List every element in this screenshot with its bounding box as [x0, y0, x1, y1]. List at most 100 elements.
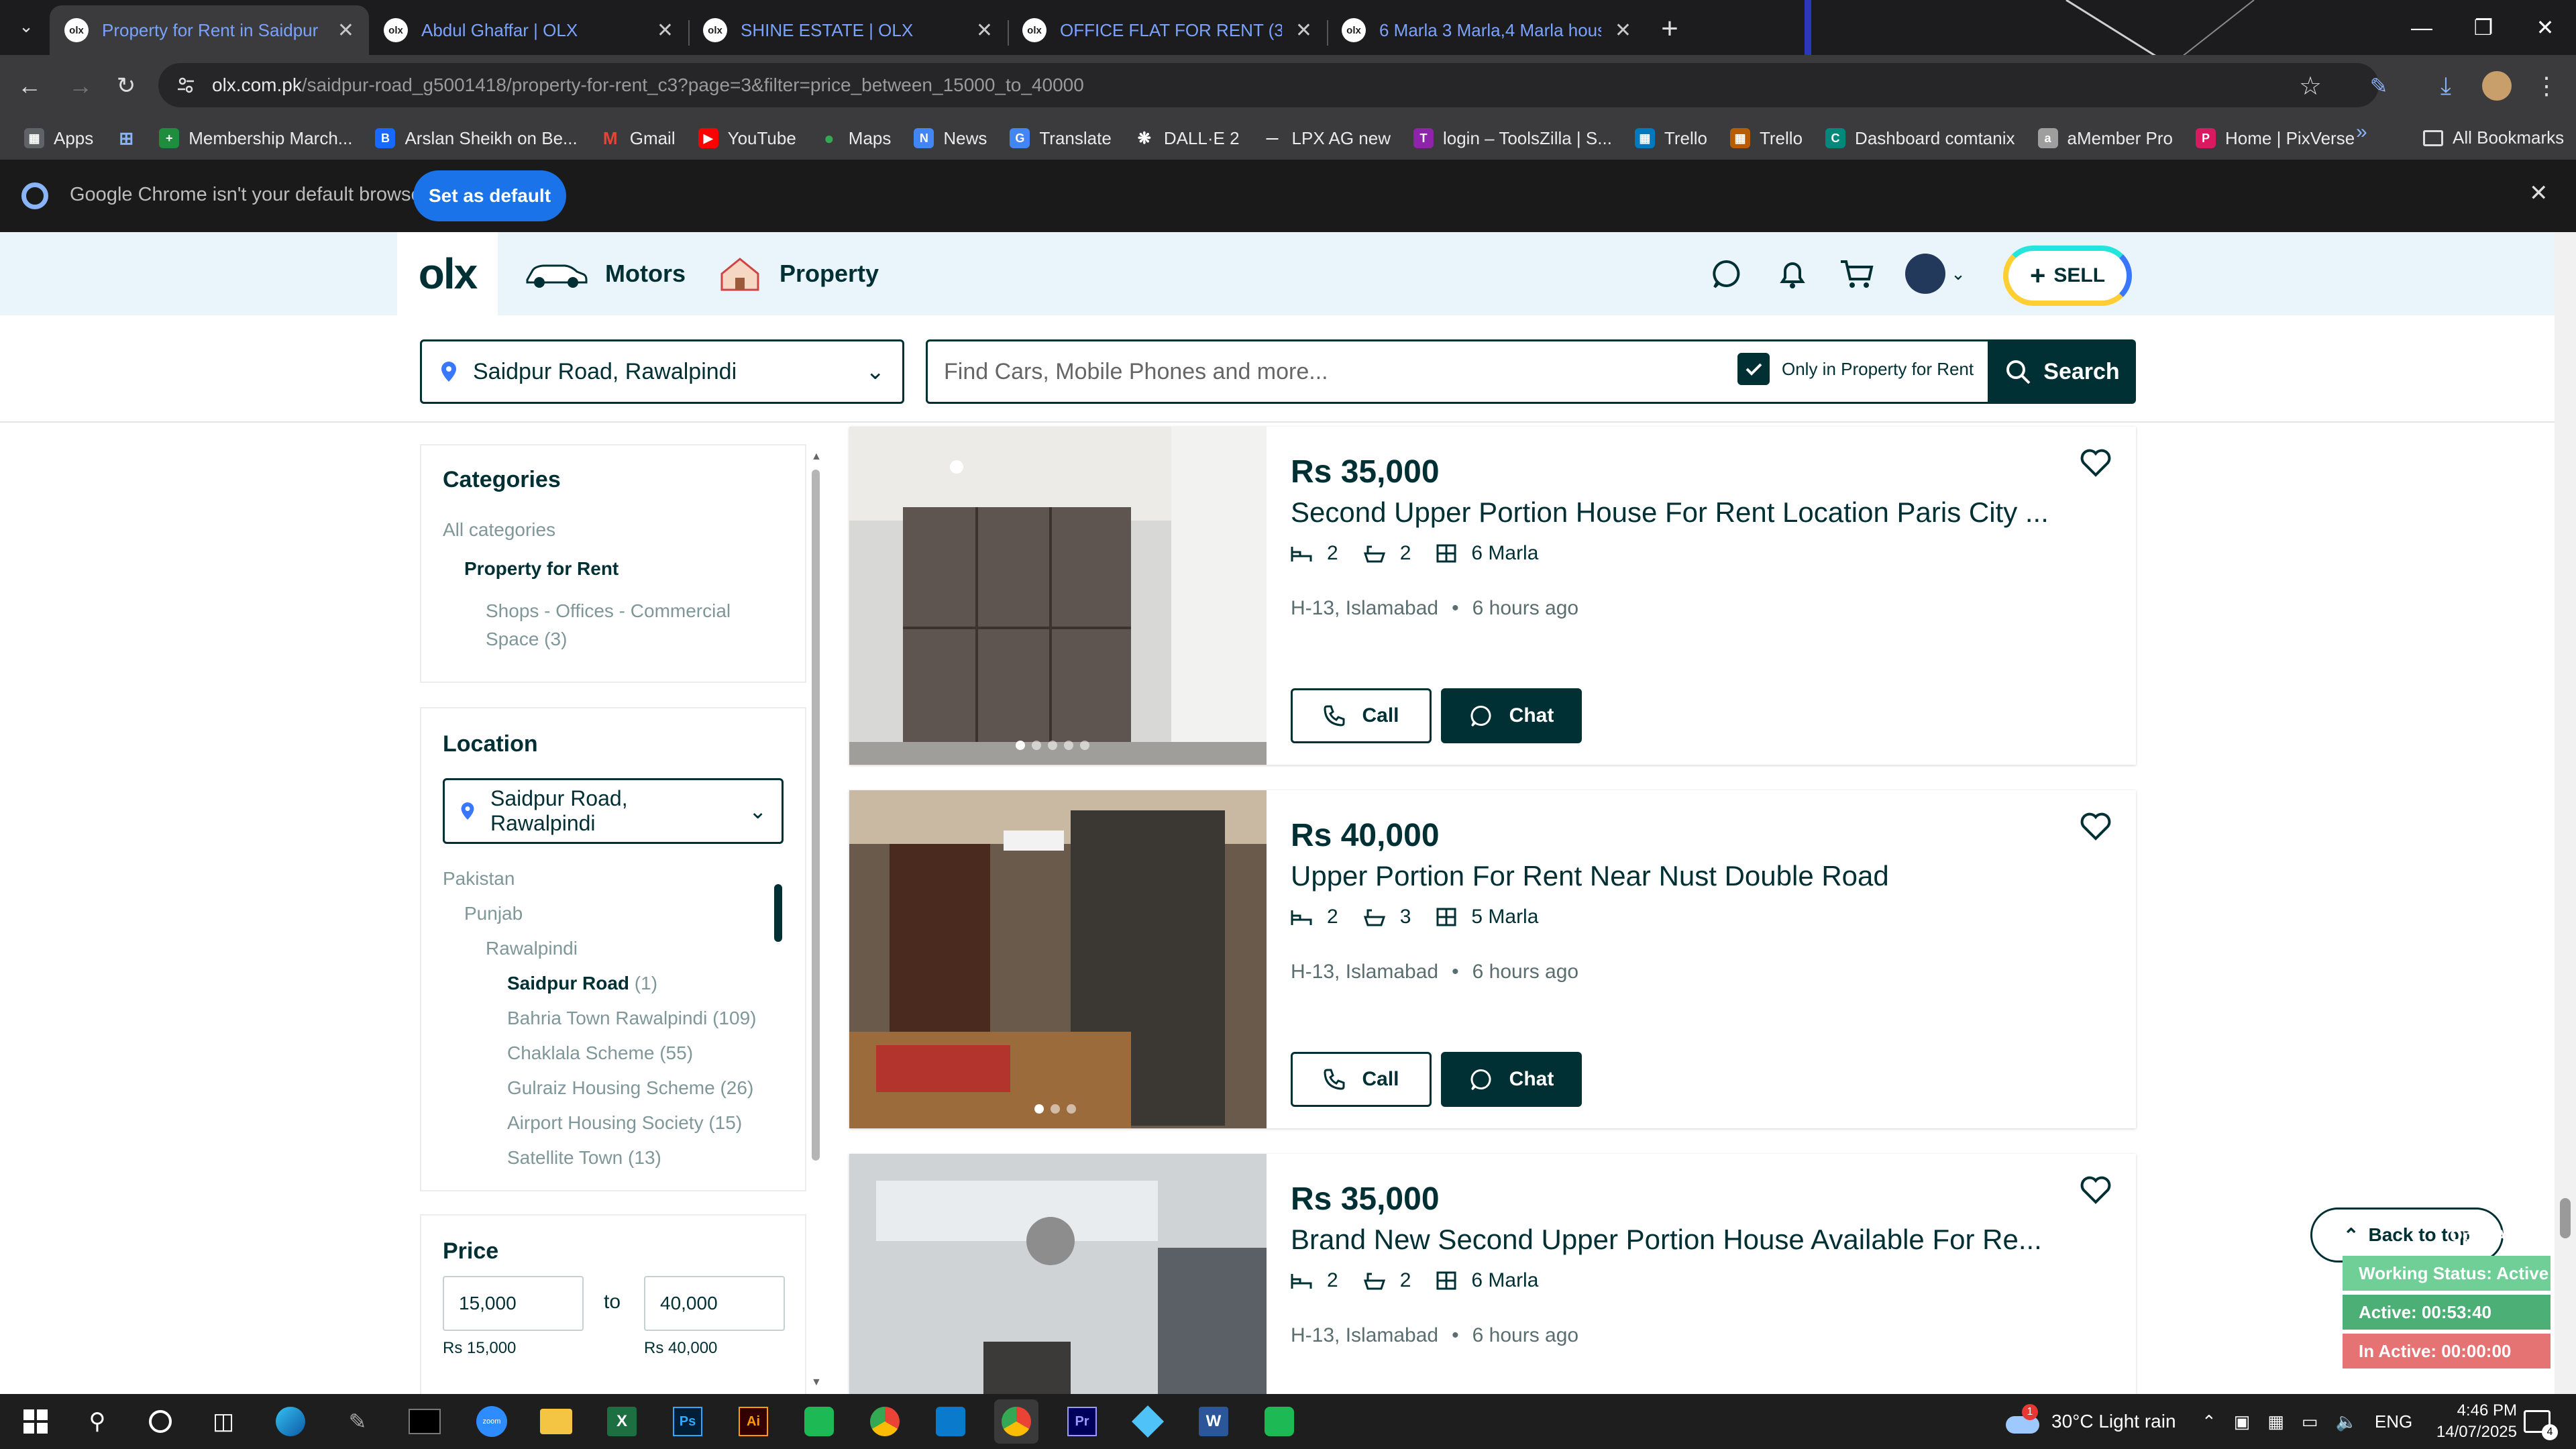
olx-logo[interactable]: olx — [397, 232, 498, 315]
terminal-icon[interactable] — [402, 1399, 447, 1444]
browser-tab[interactable]: olx 6 Marla 3 Marla,4 Marla house ✕ — [1327, 5, 1646, 55]
all-categories-link[interactable]: All categories — [443, 519, 555, 541]
listing-card[interactable]: Rs 40,000 Upper Portion For Rent Near Nu… — [849, 790, 2136, 1128]
download-icon[interactable]: ⤓ — [2427, 67, 2465, 105]
listing-title[interactable]: Upper Portion For Rent Near Nust Double … — [1291, 860, 1889, 892]
green-app-icon[interactable] — [1257, 1399, 1301, 1444]
cart-icon[interactable] — [1838, 255, 1876, 292]
listing-title[interactable]: Brand New Second Upper Portion House Ava… — [1291, 1224, 2042, 1256]
restore-icon[interactable]: ❐ — [2453, 0, 2514, 55]
listing-card[interactable]: Rs 35,000 Brand New Second Upper Portion… — [849, 1154, 2136, 1394]
zoom-icon[interactable]: zoom — [470, 1399, 514, 1444]
vscode-icon[interactable] — [928, 1399, 973, 1444]
green-app-icon[interactable] — [797, 1399, 841, 1444]
bookmark-item[interactable]: + Membership March... — [159, 128, 352, 149]
pen-icon[interactable]: ✎ — [335, 1399, 380, 1444]
system-tray[interactable]: ⌃ ▣ ▦ ▭ 🔈 ENG — [2202, 1394, 2412, 1449]
listing-photo[interactable] — [849, 790, 1267, 1128]
weather-widget[interactable]: 1 30°C Light rain — [2006, 1394, 2176, 1449]
set-as-default-button[interactable]: Set as default — [413, 170, 566, 221]
tray-chevron-up-icon[interactable]: ⌃ — [2202, 1411, 2216, 1432]
bookmark-item[interactable]: ● Maps — [818, 128, 891, 149]
forward-arrow-icon[interactable]: → — [62, 67, 99, 105]
current-category[interactable]: Property for Rent — [464, 558, 619, 580]
tab-search-chevron-icon[interactable]: ⌄ — [9, 9, 43, 43]
location-tree-city[interactable]: Rawalpindi — [486, 938, 578, 959]
network-icon[interactable]: ▭ — [2302, 1411, 2318, 1432]
chrome-active-taskbar-icon[interactable] — [994, 1399, 1038, 1444]
all-bookmarks-button[interactable]: All Bookmarks — [2423, 127, 2564, 148]
cortana-icon[interactable] — [138, 1399, 182, 1444]
taskbar-search-icon[interactable]: ⚲ — [75, 1399, 119, 1444]
browser-tab[interactable]: olx OFFICE FLAT FOR RENT (3RD FL ✕ — [1008, 5, 1327, 55]
windows-start-icon[interactable] — [13, 1399, 58, 1444]
photoshop-icon[interactable]: Ps — [665, 1399, 710, 1444]
notifications-bell-icon[interactable] — [1774, 255, 1811, 292]
location-select[interactable]: Saidpur Road, Rawalpindi ⌄ — [420, 339, 904, 404]
bookmark-item[interactable]: G Translate — [1010, 128, 1112, 149]
chrome-menu-icon[interactable]: ⋮ — [2528, 67, 2565, 105]
edge-icon[interactable] — [268, 1399, 313, 1444]
call-button[interactable]: Call — [1291, 688, 1432, 743]
location-tree-country[interactable]: Pakistan — [443, 868, 515, 890]
call-button[interactable]: Call — [1291, 1052, 1432, 1107]
tray-app-icon[interactable]: ▦ — [2267, 1411, 2284, 1432]
location-tree-area[interactable]: Gulraiz Housing Scheme (26) — [507, 1077, 753, 1099]
minimize-icon[interactable]: — — [2391, 0, 2453, 55]
sidebar-scrollbar[interactable]: ▲ ▼ — [809, 444, 822, 1394]
bookmark-item[interactable]: a aMember Pro — [2037, 128, 2173, 149]
browser-tab[interactable]: olx Abdul Ghaffar | OLX ✕ — [369, 5, 688, 55]
chat-button[interactable]: Chat — [1441, 688, 1582, 743]
open-app-link[interactable]: Open App ↗ — [2450, 1226, 2544, 1246]
location-filter-select[interactable]: Saidpur Road, Rawalpindi ⌄ — [443, 778, 784, 844]
infobar-close-icon[interactable]: ✕ — [2529, 180, 2548, 207]
location-tree-province[interactable]: Punjab — [464, 903, 523, 924]
app-diamond-icon[interactable] — [1126, 1399, 1170, 1444]
extensions-icon[interactable]: ✎ — [2360, 67, 2398, 105]
bookmark-item[interactable]: ▶ YouTube — [698, 128, 796, 149]
chat-button[interactable]: Chat — [1441, 1052, 1582, 1107]
browser-tab[interactable]: olx Property for Rent in Saidpur Ro ✕ — [50, 5, 369, 55]
bookmark-apps[interactable]: ▦ Apps — [24, 128, 93, 149]
address-bar[interactable]: olx.com.pk/saidpur-road_g5001418/propert… — [158, 63, 2379, 107]
listing-card[interactable]: Rs 35,000 Second Upper Portion House For… — [849, 427, 2136, 765]
location-tree-area[interactable]: Airport Housing Society (15) — [507, 1112, 742, 1134]
bookmark-item[interactable]: M Gmail — [600, 128, 676, 149]
bookmark-item[interactable]: C Dashboard comtanix — [1825, 128, 2015, 149]
location-list-scrollbar[interactable] — [774, 869, 784, 1185]
search-button[interactable]: Search — [1988, 339, 2136, 404]
bookmark-star-icon[interactable]: ☆ — [2292, 67, 2329, 105]
bookmark-item[interactable]: ▦ Trello — [1634, 128, 1707, 149]
window-close-icon[interactable]: ✕ — [2514, 0, 2576, 55]
tab-close-icon[interactable]: ✕ — [657, 19, 674, 42]
tab-close-icon[interactable]: ✕ — [1615, 19, 1631, 42]
bookmark-item[interactable]: Tlogin – ToolsZilla | S... — [1413, 128, 1612, 149]
chrome-taskbar-icon[interactable] — [863, 1399, 907, 1444]
volume-icon[interactable]: 🔈 — [2336, 1411, 2357, 1432]
location-tree-area[interactable]: Bahria Town Rawalpindi (109) — [507, 1008, 756, 1029]
tab-close-icon[interactable]: ✕ — [337, 19, 354, 42]
illustrator-icon[interactable]: Ai — [731, 1399, 775, 1444]
bookmark-item[interactable]: B Arslan Sheikh on Be... — [375, 128, 578, 149]
bookmark-item[interactable]: — LPX AG new — [1262, 128, 1391, 149]
bookmark-item[interactable]: ⊞ — [116, 128, 137, 148]
new-tab-button[interactable]: + — [1650, 9, 1689, 48]
tab-close-icon[interactable]: ✕ — [1295, 19, 1312, 42]
back-arrow-icon[interactable]: ← — [11, 67, 48, 105]
favorite-heart-icon[interactable] — [2078, 1173, 2113, 1208]
bookmark-item[interactable]: N News — [914, 128, 987, 149]
carousel-dots[interactable] — [1034, 1104, 1076, 1114]
listing-photo[interactable] — [849, 1154, 1267, 1394]
premiere-icon[interactable]: Pr — [1060, 1399, 1104, 1444]
sell-button[interactable]: + SELL — [2003, 246, 2132, 306]
reload-icon[interactable]: ↻ — [107, 67, 145, 105]
task-view-icon[interactable]: ◫ — [201, 1399, 246, 1444]
clock[interactable]: 4:46 PM 14/07/2025 — [2423, 1394, 2517, 1449]
chat-icon[interactable] — [1708, 255, 1746, 292]
location-tree-area[interactable]: Saidpur Road (1) — [507, 973, 657, 994]
site-info-icon[interactable] — [176, 75, 196, 95]
more-bookmarks-chevron-icon[interactable]: » — [2356, 121, 2367, 144]
bookmark-item[interactable]: P Home | PixVerse — [2196, 128, 2355, 149]
location-tree-area[interactable]: Satellite Town (13) — [507, 1147, 661, 1169]
max-price-input[interactable]: 40,000 — [644, 1276, 785, 1331]
